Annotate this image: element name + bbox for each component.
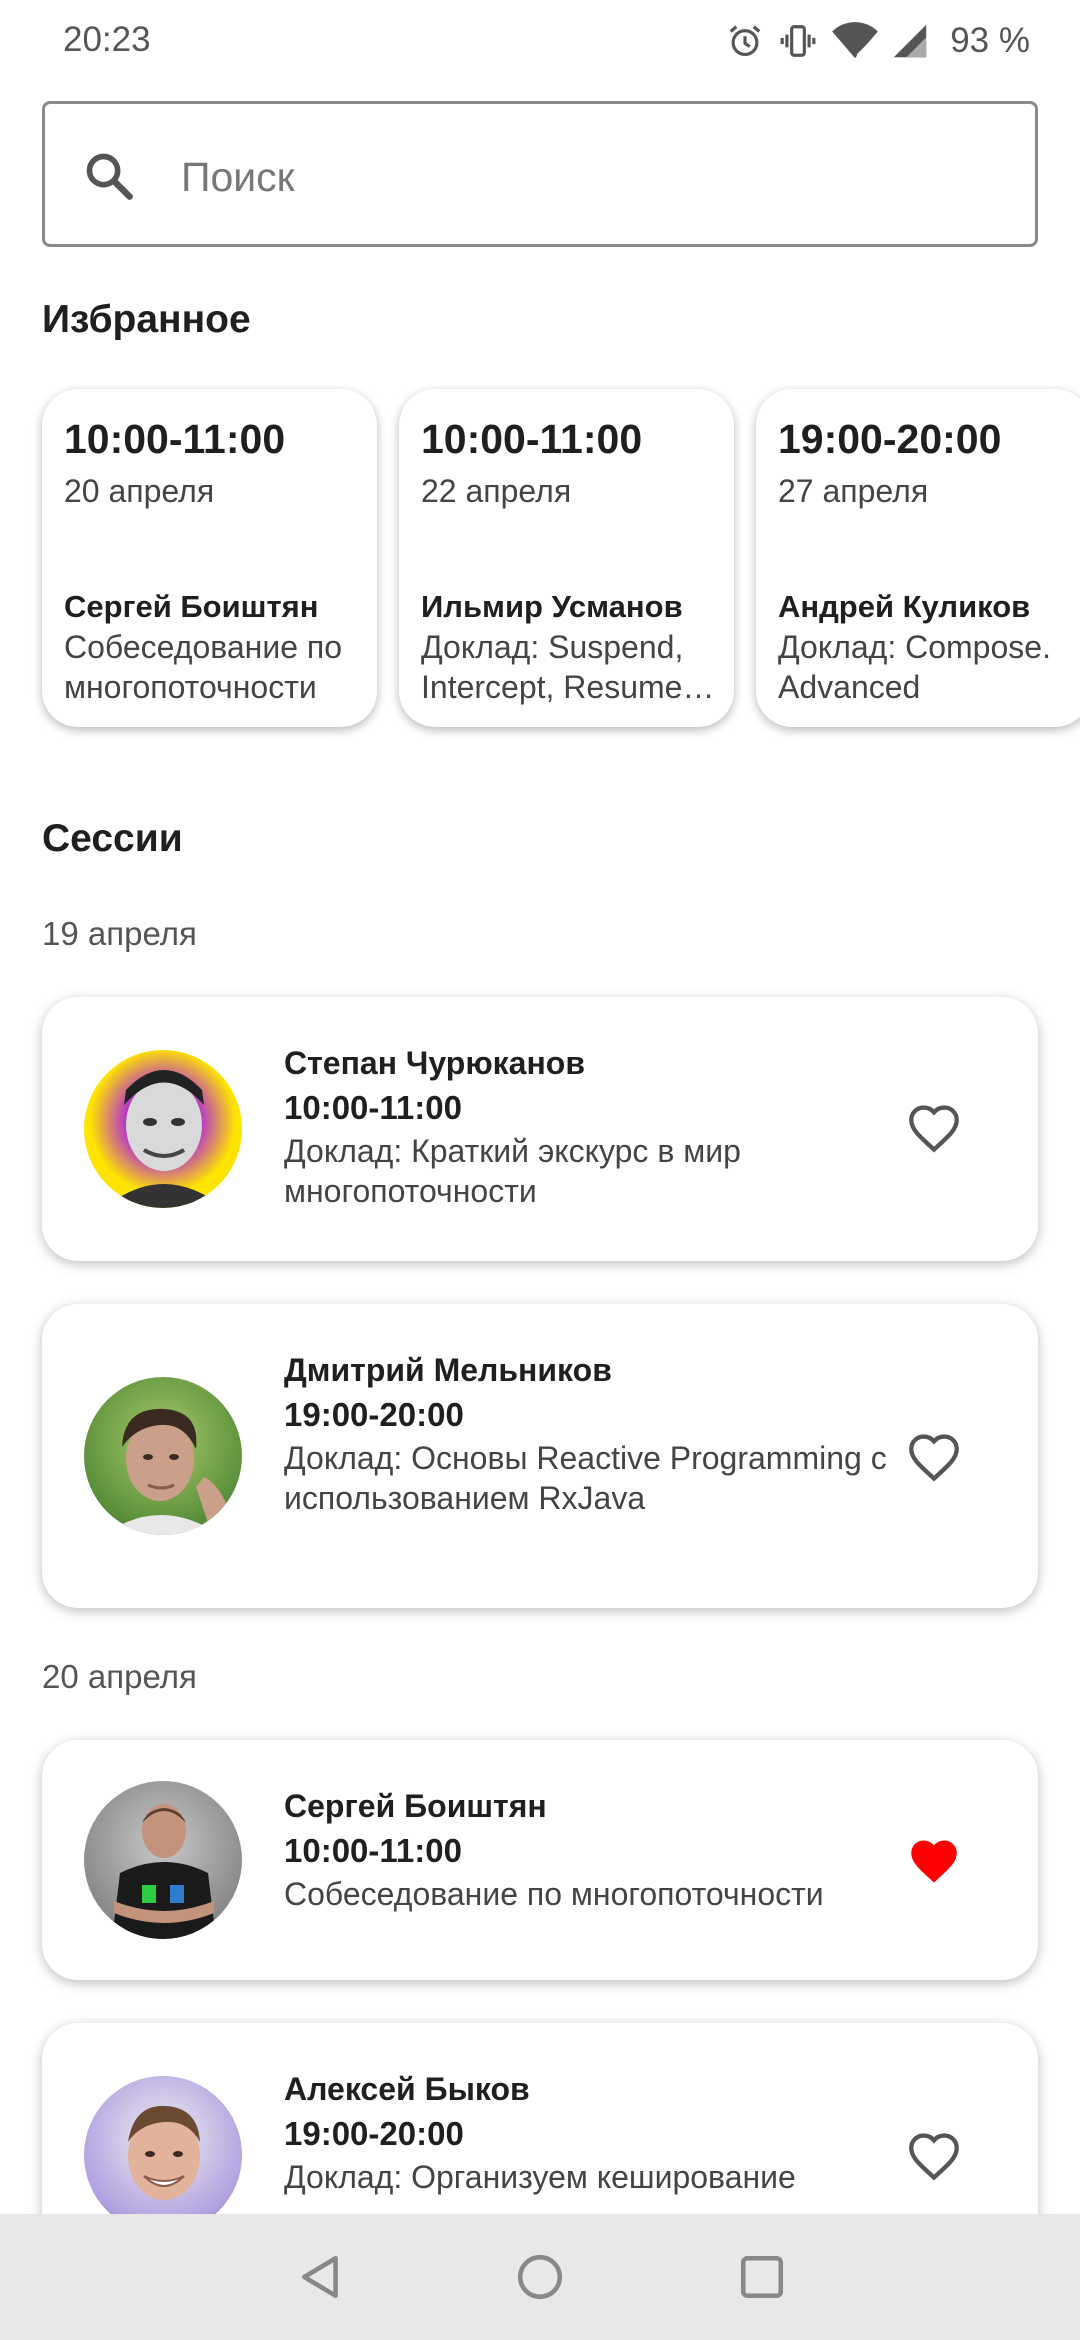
favorite-time: 10:00-11:00 — [64, 416, 286, 462]
session-description: Доклад: Организуем кеширование — [284, 2159, 796, 2195]
heart-outline-icon[interactable] — [906, 1432, 962, 1482]
status-bar: 20:23 93 % — [0, 0, 1080, 82]
session-time: 10:00-11:00 — [284, 1832, 462, 1869]
favorite-date: 27 апреля — [778, 473, 929, 509]
battery-level: 93 % — [950, 21, 1030, 60]
session-description: Доклад: Основы Reactive Programming с ис… — [284, 1440, 887, 1516]
search-input[interactable]: Поиск — [42, 101, 1038, 247]
session-speaker: Степан Чурюканов — [284, 1045, 586, 1081]
session-card[interactable]: Дмитрий Мельников 19:00-20:00 Доклад: Ос… — [42, 1304, 1038, 1608]
session-speaker: Дмитрий Мельников — [284, 1352, 612, 1388]
back-icon[interactable] — [296, 2252, 346, 2302]
favorite-speaker: Сергей Боиштян — [64, 589, 319, 624]
favorite-date: 20 апреля — [64, 473, 215, 509]
favorite-speaker: Андрей Куликов — [778, 589, 1031, 624]
date-header: 19 апреля — [42, 915, 197, 952]
date-header: 20 апреля — [42, 1658, 197, 1695]
session-card[interactable]: Степан Чурюканов 10:00-11:00 Доклад: Кра… — [42, 997, 1038, 1261]
heart-outline-icon[interactable] — [906, 1103, 962, 1153]
session-time: 19:00-20:00 — [284, 2115, 464, 2152]
favorites-carousel[interactable]: 10:00-11:00 20 апреля Сергей Боиштян Соб… — [0, 385, 1080, 745]
session-speaker: Алексей Быков — [284, 2071, 530, 2107]
search-placeholder: Поиск — [181, 154, 295, 200]
alarm-icon — [729, 25, 761, 57]
favorite-time: 19:00-20:00 — [778, 416, 1002, 462]
avatar — [84, 1050, 242, 1208]
sessions-title: Сессии — [42, 817, 183, 860]
favorite-card[interactable]: 10:00-11:00 20 апреля Сергей Боиштян Соб… — [42, 389, 377, 727]
search-icon — [86, 153, 133, 200]
session-info: Дмитрий Мельников 19:00-20:00 Доклад: Ос… — [284, 1348, 924, 1518]
recents-icon[interactable] — [737, 2252, 787, 2302]
cell-signal-icon — [894, 24, 927, 58]
favorite-card[interactable]: 10:00-11:00 22 апреля Ильмир Усманов Док… — [399, 389, 734, 727]
avatar — [84, 1781, 242, 1939]
favorite-time: 10:00-11:00 — [421, 416, 643, 462]
home-icon[interactable] — [515, 2252, 565, 2302]
favorite-description: Доклад: Compose. Advanced — [778, 629, 1051, 705]
avatar — [84, 1377, 242, 1535]
favorite-speaker: Ильмир Усманов — [421, 589, 683, 624]
favorites-title: Избранное — [42, 298, 251, 341]
favorite-card[interactable]: 19:00-20:00 27 апреля Андрей Куликов Док… — [756, 389, 1080, 727]
avatar — [84, 2076, 242, 2234]
navigation-bar — [0, 2214, 1080, 2340]
session-description: Доклад: Краткий экскурс в мир многопоточ… — [284, 1133, 741, 1209]
heart-filled-icon[interactable] — [906, 1836, 962, 1886]
session-time: 10:00-11:00 — [284, 1089, 462, 1126]
wifi-icon — [832, 22, 879, 59]
vibrate-icon — [780, 25, 816, 57]
session-card[interactable]: Сергей Боиштян 10:00-11:00 Собеседование… — [42, 1740, 1038, 1980]
favorite-date: 22 апреля — [421, 473, 572, 509]
heart-outline-icon[interactable] — [906, 2131, 962, 2181]
session-time: 19:00-20:00 — [284, 1396, 464, 1433]
status-icons: 93 % — [726, 18, 1030, 64]
session-info: Алексей Быков 19:00-20:00 Доклад: Органи… — [284, 2067, 924, 2197]
session-speaker: Сергей Боиштян — [284, 1788, 547, 1824]
status-time: 20:23 — [63, 20, 151, 59]
session-info: Сергей Боиштян 10:00-11:00 Собеседование… — [284, 1784, 924, 1914]
session-info: Степан Чурюканов 10:00-11:00 Доклад: Кра… — [284, 1041, 924, 1211]
favorite-description: Собеседование по многопоточности — [64, 629, 343, 705]
favorite-description: Доклад: Suspend, Intercept, Resume - три… — [421, 629, 702, 705]
session-description: Собеседование по многопоточности — [284, 1876, 824, 1912]
